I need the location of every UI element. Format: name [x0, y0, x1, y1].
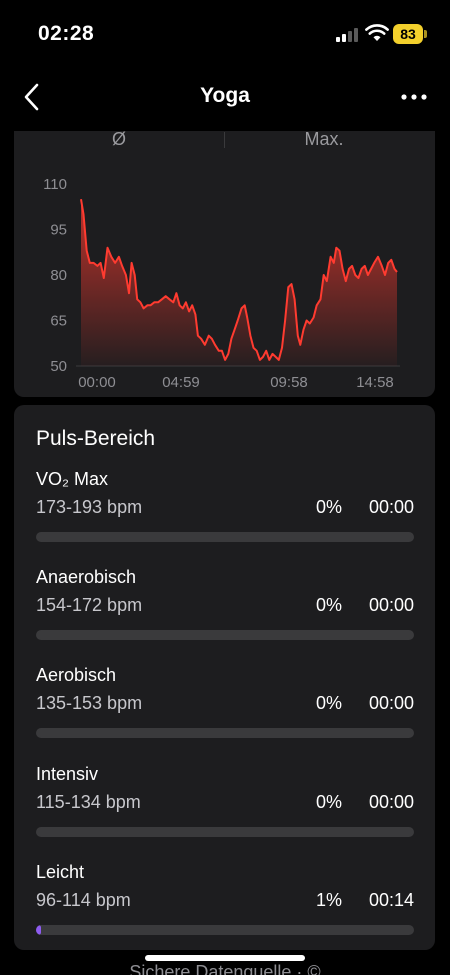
zone-name: Intensiv — [36, 764, 99, 784]
heart-rate-zones-card: Puls-Bereich VO₂ Max 173-193 bpm 0% 00:0… — [14, 405, 435, 950]
heart-rate-chart-card: 110 95 80 65 50 00:00 04:59 09:58 14:58 Ø Max. — [14, 129, 435, 397]
zone-range: 96-114 bpm — [36, 890, 131, 910]
zone-progress-bar — [36, 925, 414, 935]
zone-range: 154-172 bpm — [36, 595, 143, 615]
nav-bar: Yoga — [0, 70, 450, 126]
zone-name: Anaerobisch — [36, 567, 137, 587]
y-axis-labels: 110 95 80 65 50 — [43, 176, 67, 375]
y-tick-label: 95 — [50, 222, 67, 239]
x-tick-label: 00:00 — [78, 374, 116, 391]
zone-name: Aerobisch — [36, 665, 117, 685]
chart-header: Ø Max. — [14, 129, 435, 151]
zone-anaerobic: Anaerobisch 154-172 bpm 0% 00:00 — [14, 567, 435, 657]
zone-name: Leicht — [36, 862, 85, 882]
x-tick-label: 09:58 — [270, 374, 308, 391]
zone-range: 115-134 bpm — [36, 792, 141, 812]
more-dots-icon — [401, 94, 427, 100]
x-axis-labels: 00:00 04:59 09:58 14:58 — [78, 374, 394, 391]
data-source-link[interactable]: Sichere Datenquelle · © — [0, 962, 450, 975]
zone-light: Leicht 96-114 bpm 1% 00:14 — [14, 862, 435, 952]
x-tick-label: 04:59 — [162, 374, 200, 391]
zone-intensive: Intensiv 115-134 bpm 0% 00:00 — [14, 764, 435, 854]
zone-progress-bar — [36, 532, 414, 542]
zone-range: 135-153 bpm — [36, 693, 143, 713]
heart-rate-chart: 110 95 80 65 50 00:00 04:59 09:58 14:58 — [43, 176, 400, 391]
zone-progress-bar — [36, 630, 414, 640]
zone-time: 00:00 — [368, 693, 414, 713]
wifi-icon — [365, 24, 389, 41]
y-tick-label: 50 — [50, 358, 67, 375]
page-title: Yoga — [200, 84, 250, 107]
zone-time: 00:14 — [368, 890, 414, 910]
zone-percent: 0% — [315, 497, 342, 517]
x-tick-label: 14:58 — [356, 374, 394, 391]
status-time: 02:28 — [38, 22, 95, 45]
cellular-signal-icon — [336, 26, 360, 42]
battery-tip — [424, 30, 427, 38]
zone-percent: 0% — [315, 792, 342, 812]
y-tick-label: 65 — [50, 313, 67, 330]
zone-aerobic: Aerobisch 135-153 bpm 0% 00:00 — [14, 665, 435, 755]
zone-time: 00:00 — [368, 792, 414, 812]
max-label: Max. — [304, 129, 344, 149]
battery-icon: 83 — [393, 24, 423, 44]
status-bar: 02:28 83 — [0, 0, 450, 70]
heart-rate-area — [81, 199, 397, 366]
zone-percent: 1% — [315, 890, 342, 910]
home-indicator[interactable] — [145, 955, 305, 961]
zone-progress-bar — [36, 827, 414, 837]
zone-progress-fill — [36, 925, 41, 935]
zone-percent: 0% — [315, 693, 342, 713]
zones-title: Puls-Bereich — [36, 427, 156, 450]
average-label: Ø — [111, 129, 126, 149]
zone-time: 00:00 — [368, 595, 414, 615]
zone-progress-bar — [36, 728, 414, 738]
zone-time: 00:00 — [368, 497, 414, 517]
zone-name: VO₂ Max — [36, 469, 108, 489]
y-tick-label: 110 — [43, 176, 67, 193]
zone-percent: 0% — [315, 595, 342, 615]
zone-range: 173-193 bpm — [36, 497, 143, 517]
zone-vo2max: VO₂ Max 173-193 bpm 0% 00:00 — [14, 469, 435, 559]
workout-detail-screen: 02:28 83 Yoga 110 95 80 65 50 00:00 04:5… — [0, 0, 450, 975]
more-options-button[interactable] — [396, 84, 432, 110]
y-tick-label: 80 — [50, 267, 67, 284]
